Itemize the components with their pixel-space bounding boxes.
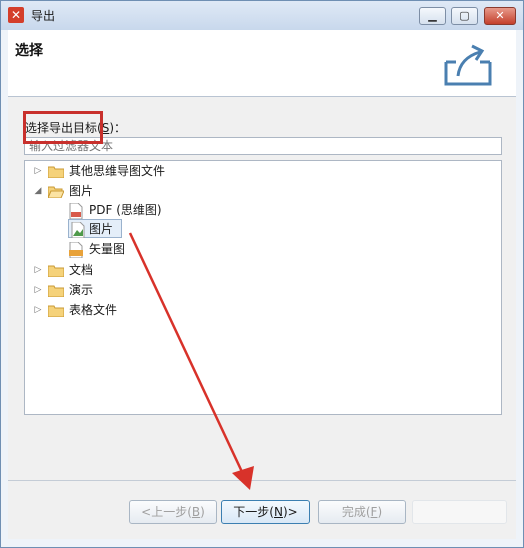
minimize-button[interactable]: ▁ — [419, 7, 446, 25]
wizard-content: 选择导出目标(S)： ▷ 其他思维导图文件 ◢ 图片 PDF (思维图) — [8, 97, 516, 485]
tree-item-presentation[interactable]: ▷ 演示 — [25, 281, 501, 300]
tree-item-label: 图片 — [69, 184, 94, 198]
expand-arrow-icon[interactable]: ▷ — [33, 261, 43, 280]
back-button[interactable]: <上一步(B) — [129, 500, 217, 524]
folder-icon — [48, 265, 64, 277]
export-icon — [444, 44, 492, 86]
title-bar: ✕ 导出 ▁ ▢ ✕ — [1, 1, 523, 30]
window-title: 导出 — [31, 9, 56, 23]
tree-item-label: PDF (思维图) — [89, 203, 162, 217]
folder-icon — [48, 305, 64, 317]
tree-item-spreadsheet[interactable]: ▷ 表格文件 — [25, 301, 501, 320]
maximize-button[interactable]: ▢ — [451, 7, 478, 25]
folder-icon — [48, 285, 64, 297]
next-button[interactable]: 下一步(N)> — [221, 500, 310, 524]
page-title: 选择 — [15, 43, 43, 59]
svg-file-icon — [69, 242, 83, 258]
wizard-footer: <上一步(B) 下一步(N)> 完成(F) — [8, 480, 516, 539]
tree-item-documents[interactable]: ▷ 文档 — [25, 261, 501, 280]
tree-item-label: 文档 — [69, 263, 94, 277]
open-folder-icon — [48, 186, 64, 198]
pdf-file-icon — [69, 203, 83, 219]
tree-item-label: 矢量图 — [89, 242, 126, 256]
finish-button[interactable]: 完成(F) — [318, 500, 406, 524]
tree-item-images-folder[interactable]: ◢ 图片 — [25, 182, 501, 201]
cancel-button[interactable] — [412, 500, 507, 524]
xmind-app-icon: ✕ — [8, 7, 24, 23]
folder-icon — [48, 166, 64, 178]
expand-arrow-icon[interactable]: ▷ — [33, 301, 43, 320]
export-dialog: ✕ 导出 ▁ ▢ ✕ 选择 选择导出目标(S)： ▷ 其他思维导图文件 — [0, 0, 524, 548]
expand-arrow-icon[interactable]: ▷ — [33, 162, 43, 181]
image-file-icon — [71, 222, 85, 238]
wizard-header: 选择 — [8, 30, 516, 97]
export-target-tree[interactable]: ▷ 其他思维导图文件 ◢ 图片 PDF (思维图) 图片 矢量图 ▷ 文档 ▷ … — [24, 160, 502, 415]
tree-item-vector[interactable]: 矢量图 — [25, 240, 501, 259]
tree-item-pdf[interactable]: PDF (思维图) — [25, 201, 501, 220]
tree-item-label: 图片 — [89, 222, 114, 236]
tree-item-label: 表格文件 — [69, 303, 118, 317]
tree-item-other-mindmap-files[interactable]: ▷ 其他思维导图文件 — [25, 162, 501, 181]
close-button[interactable]: ✕ — [484, 7, 516, 25]
expand-arrow-icon[interactable]: ▷ — [33, 281, 43, 300]
annotation-highlight-box — [23, 111, 103, 144]
collapse-arrow-icon[interactable]: ◢ — [33, 182, 43, 201]
tree-item-label: 演示 — [69, 283, 94, 297]
tree-item-image[interactable]: 图片 — [25, 220, 501, 239]
tree-item-label: 其他思维导图文件 — [69, 164, 166, 178]
